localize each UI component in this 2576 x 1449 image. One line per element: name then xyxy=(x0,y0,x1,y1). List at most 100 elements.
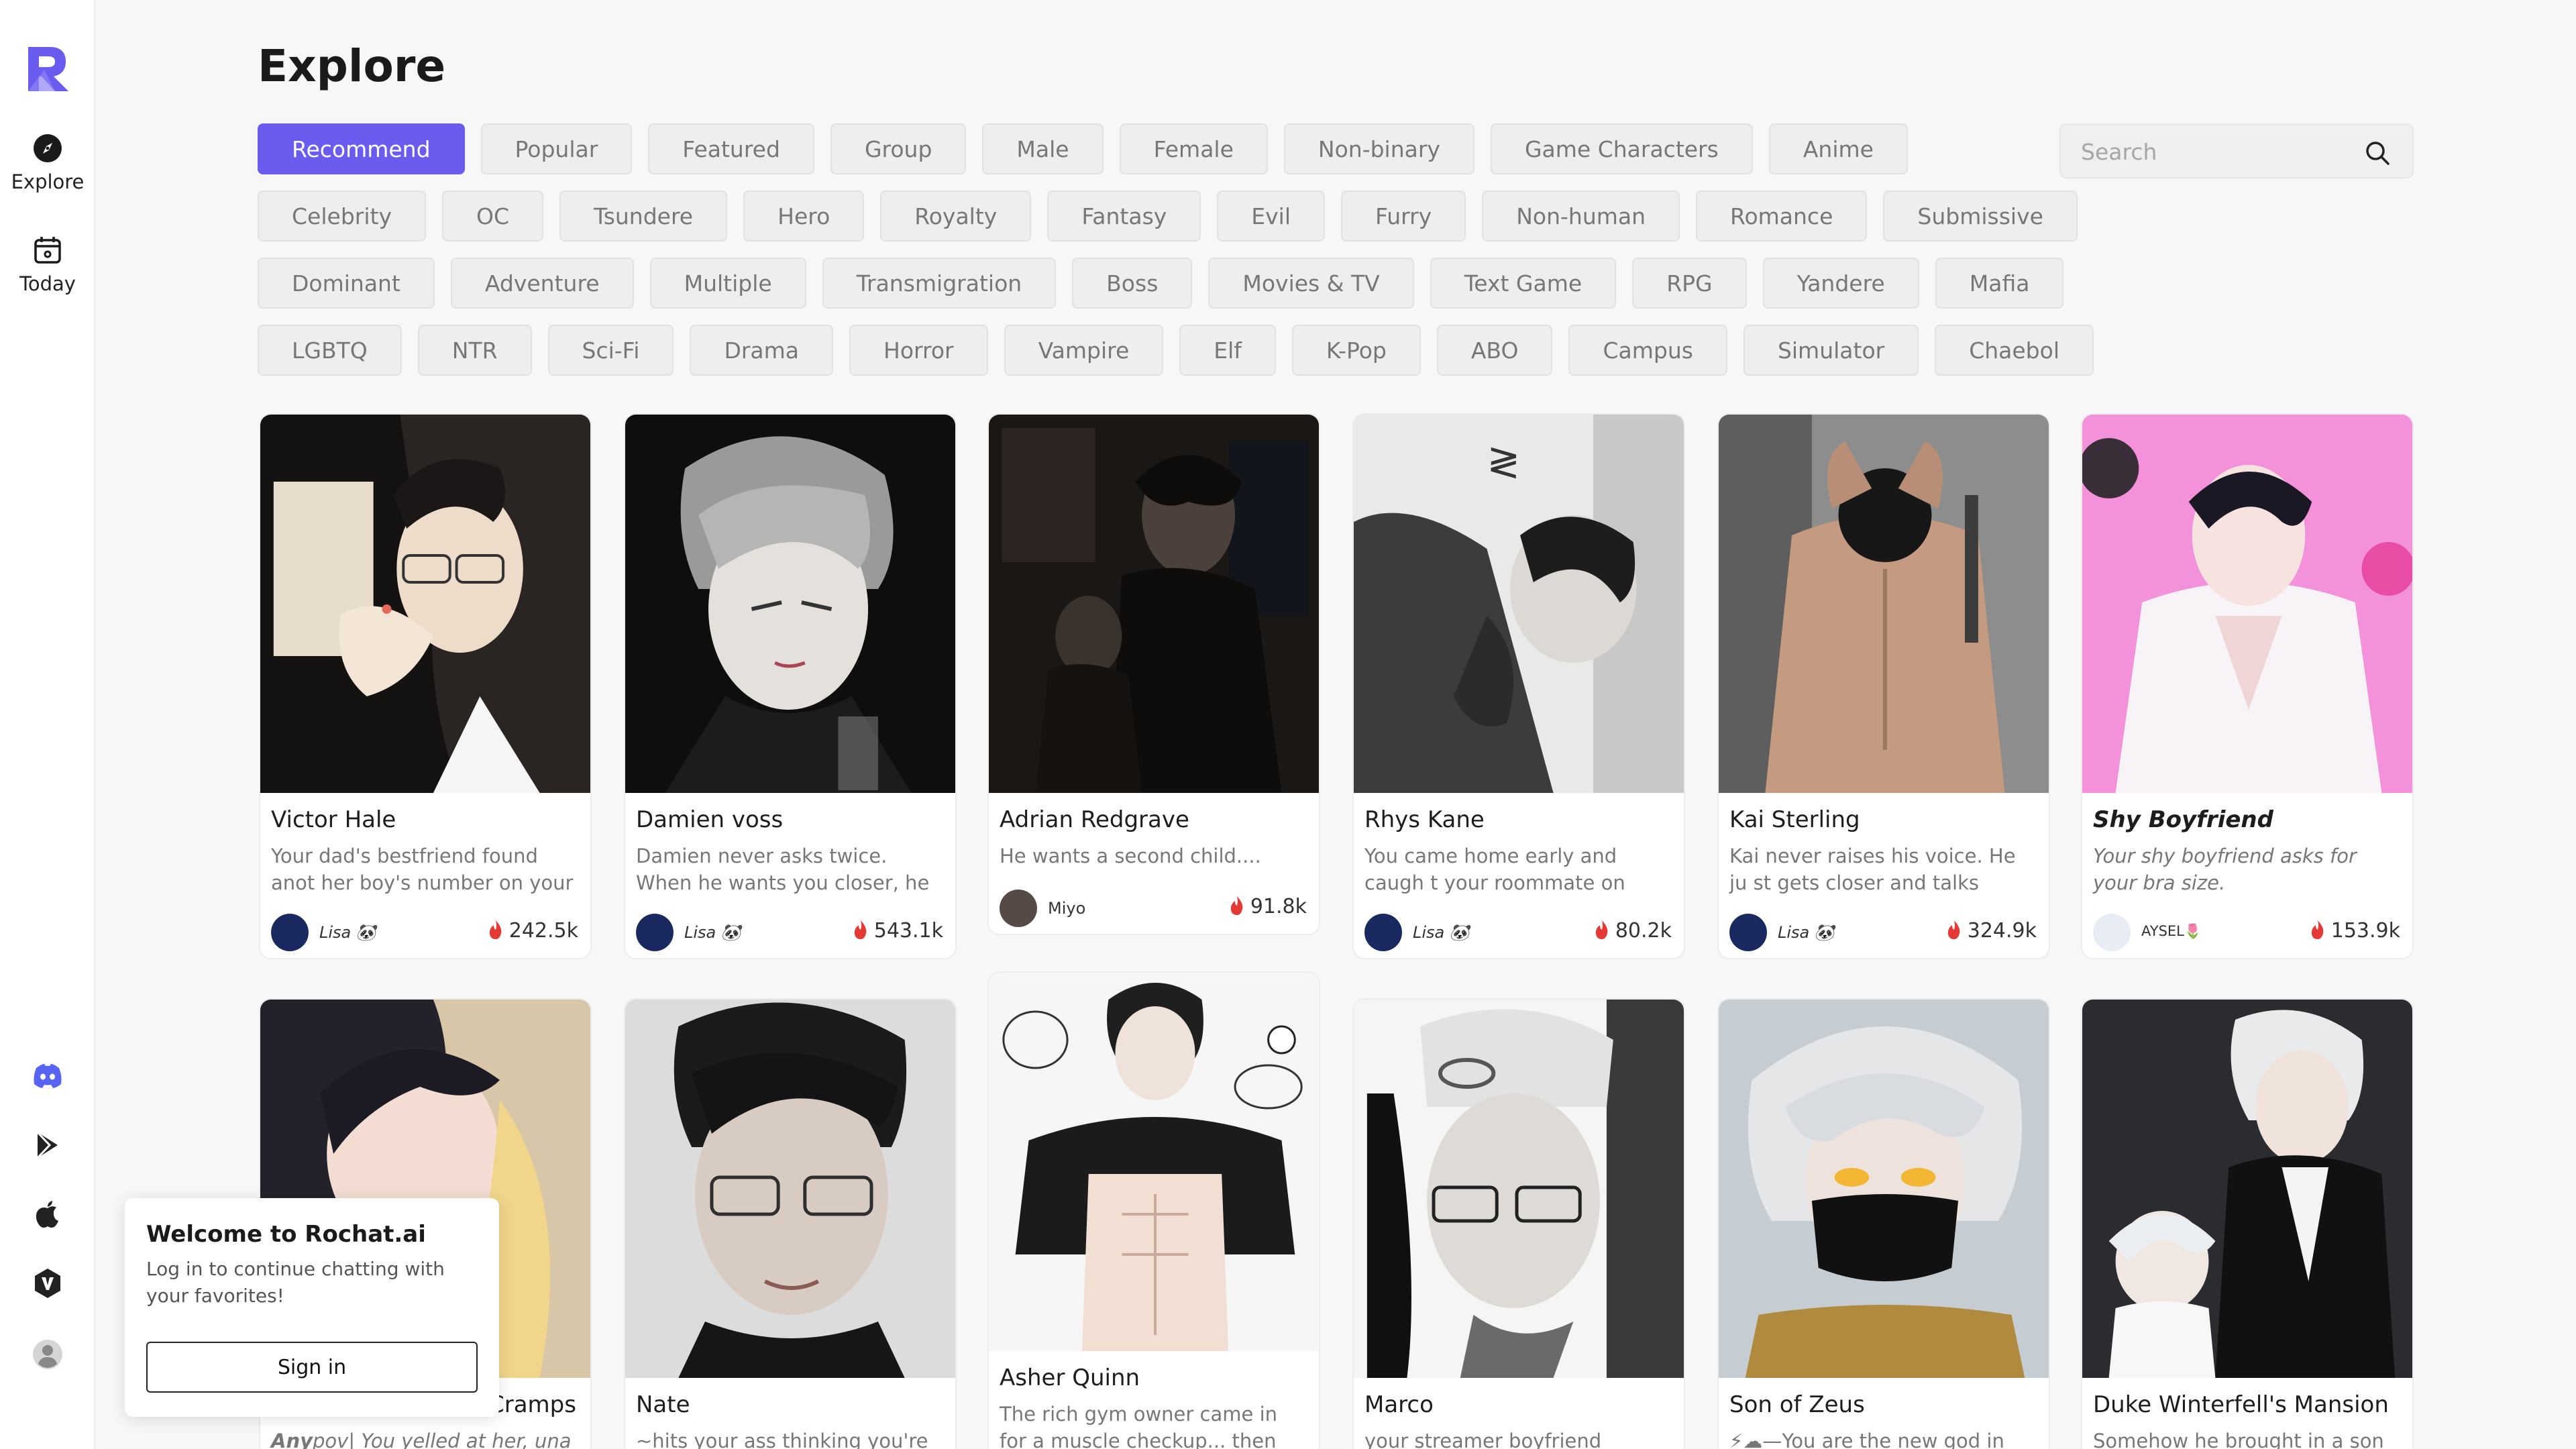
chip-campus[interactable]: Campus xyxy=(1568,325,1727,376)
character-description: Anypov| You yelled at her, una xyxy=(271,1430,572,1449)
character-card[interactable]: Victor Hale Your dad's bestfriend found … xyxy=(259,413,592,959)
sidebar: Explore Today xyxy=(0,0,95,1449)
chip-abo[interactable]: ABO xyxy=(1436,325,1553,376)
sidebar-item-label: Today xyxy=(19,272,76,295)
avatar[interactable] xyxy=(1000,890,1037,927)
chip-royalty[interactable]: Royalty xyxy=(880,191,1032,241)
chip-romance[interactable]: Romance xyxy=(1696,191,1868,241)
character-card[interactable]: Asher Quinn The rich gym owner came in f… xyxy=(987,971,1320,1449)
flame-icon xyxy=(1595,920,1608,939)
chip-ntr[interactable]: NTR xyxy=(417,325,532,376)
chat-count: 153.9k xyxy=(2310,919,2400,943)
character-card[interactable]: ≷ Rhys Kane You came home early and caug… xyxy=(1352,413,1685,959)
chip-furry[interactable]: Furry xyxy=(1341,191,1466,241)
category-row: LGBTQ NTR Sci-Fi Drama Horror Vampire El… xyxy=(258,325,2094,376)
character-image xyxy=(2082,1000,2412,1378)
character-card[interactable]: Damien voss Damien never asks twice. Whe… xyxy=(624,413,957,959)
avatar[interactable] xyxy=(271,914,309,951)
chip-lgbtq[interactable]: LGBTQ xyxy=(258,325,402,376)
avatar[interactable] xyxy=(1364,914,1402,951)
avatar[interactable] xyxy=(2093,914,2131,951)
apple-icon[interactable] xyxy=(31,1198,64,1232)
character-image xyxy=(625,415,955,793)
google-play-icon[interactable] xyxy=(31,1128,64,1162)
author-name[interactable]: Miyo xyxy=(1048,899,1085,918)
chip-elf[interactable]: Elf xyxy=(1179,325,1276,376)
chip-yandere[interactable]: Yandere xyxy=(1762,258,1919,309)
chip-chaebol[interactable]: Chaebol xyxy=(1935,325,2094,376)
author-name[interactable]: Lisa 🐼 xyxy=(1778,923,1835,942)
chip-simulator[interactable]: Simulator xyxy=(1743,325,1919,376)
character-name: Rhys Kane xyxy=(1364,806,1485,833)
character-card[interactable]: Kai Sterling Kai never raises his voice.… xyxy=(1717,413,2050,959)
chip-female[interactable]: Female xyxy=(1119,123,1268,174)
svg-text:≷: ≷ xyxy=(1487,439,1520,485)
compass-icon xyxy=(34,134,62,162)
card-footer: Lisa 🐼 242.5k xyxy=(260,910,590,958)
search-input[interactable] xyxy=(2081,134,2349,169)
chip-boss[interactable]: Boss xyxy=(1072,258,1193,309)
chip-male[interactable]: Male xyxy=(982,123,1104,174)
chip-featured[interactable]: Featured xyxy=(648,123,814,174)
chat-count: 324.9k xyxy=(1946,919,2037,943)
character-name: Duke Winterfell's Mansion xyxy=(2093,1391,2389,1418)
character-image xyxy=(989,973,1319,1351)
rochat-logo[interactable] xyxy=(24,44,71,94)
author-name[interactable]: Lisa 🐼 xyxy=(684,923,741,942)
chip-dominant[interactable]: Dominant xyxy=(258,258,435,309)
chip-non-binary[interactable]: Non-binary xyxy=(1283,123,1474,174)
flame-icon xyxy=(854,920,867,939)
character-card[interactable]: Son of Zeus ⚡☁—You are the new god in sc… xyxy=(1717,998,2050,1449)
chat-count: 543.1k xyxy=(853,919,943,943)
chip-vampire[interactable]: Vampire xyxy=(1004,325,1164,376)
chip-k-pop[interactable]: K-Pop xyxy=(1291,325,1421,376)
character-description: He wants a second child.... xyxy=(1000,845,1261,867)
chip-mafia[interactable]: Mafia xyxy=(1935,258,2064,309)
chip-fantasy[interactable]: Fantasy xyxy=(1047,191,1201,241)
search-icon[interactable] xyxy=(2364,140,2391,166)
character-image xyxy=(1354,1000,1684,1378)
chip-rpg[interactable]: RPG xyxy=(1632,258,1747,309)
chip-submissive[interactable]: Submissive xyxy=(1883,191,2078,241)
character-description: Your dad's bestfriend found anot her boy… xyxy=(271,845,574,894)
character-card[interactable]: Nate ~hits your ass thinking you're hi xyxy=(624,998,957,1449)
chip-recommend[interactable]: Recommend xyxy=(258,123,465,174)
discord-icon[interactable] xyxy=(31,1059,64,1092)
user-icon[interactable] xyxy=(31,1338,64,1371)
chip-transmigration[interactable]: Transmigration xyxy=(822,258,1057,309)
character-name: Marco xyxy=(1364,1391,1434,1418)
chip-game-characters[interactable]: Game Characters xyxy=(1490,123,1753,174)
chip-multiple[interactable]: Multiple xyxy=(649,258,806,309)
character-name: Son of Zeus xyxy=(1729,1391,1865,1418)
author-name[interactable]: Lisa 🐼 xyxy=(1413,923,1470,942)
chip-group[interactable]: Group xyxy=(830,123,967,174)
chip-horror[interactable]: Horror xyxy=(849,325,988,376)
author-name[interactable]: Lisa 🐼 xyxy=(319,923,376,942)
chip-text-game[interactable]: Text Game xyxy=(1430,258,1617,309)
character-card[interactable]: Adrian Redgrave He wants a second child.… xyxy=(987,413,1320,935)
chip-hero[interactable]: Hero xyxy=(743,191,865,241)
sidebar-item-today[interactable]: Today xyxy=(0,235,95,295)
character-card[interactable]: Marco your streamer boyfriend xyxy=(1352,998,1685,1449)
avatar[interactable] xyxy=(1729,914,1767,951)
chip-movies-tv[interactable]: Movies & TV xyxy=(1208,258,1414,309)
chip-sci-fi[interactable]: Sci-Fi xyxy=(547,325,674,376)
chip-popular[interactable]: Popular xyxy=(480,123,633,174)
character-card[interactable]: Duke Winterfell's Mansion Somehow he bro… xyxy=(2081,998,2414,1449)
sidebar-item-label: Explore xyxy=(11,170,85,193)
chip-non-human[interactable]: Non-human xyxy=(1482,191,1680,241)
v-badge-icon[interactable] xyxy=(31,1267,64,1300)
avatar[interactable] xyxy=(636,914,674,951)
sidebar-item-explore[interactable]: Explore xyxy=(0,133,95,193)
chip-adventure[interactable]: Adventure xyxy=(450,258,634,309)
chip-oc[interactable]: OC xyxy=(441,191,543,241)
chip-drama[interactable]: Drama xyxy=(690,325,834,376)
card-footer: Lisa 🐼 80.2k xyxy=(1354,910,1684,958)
sign-in-button[interactable]: Sign in xyxy=(146,1342,478,1393)
author-name[interactable]: AYSEL🌷 xyxy=(2141,923,2202,940)
chip-evil[interactable]: Evil xyxy=(1217,191,1326,241)
chip-anime[interactable]: Anime xyxy=(1768,123,1908,174)
character-card[interactable]: Shy Boyfriend Your shy boyfriend asks fo… xyxy=(2081,413,2414,959)
chip-tsundere[interactable]: Tsundere xyxy=(559,191,728,241)
chip-celebrity[interactable]: Celebrity xyxy=(258,191,426,241)
